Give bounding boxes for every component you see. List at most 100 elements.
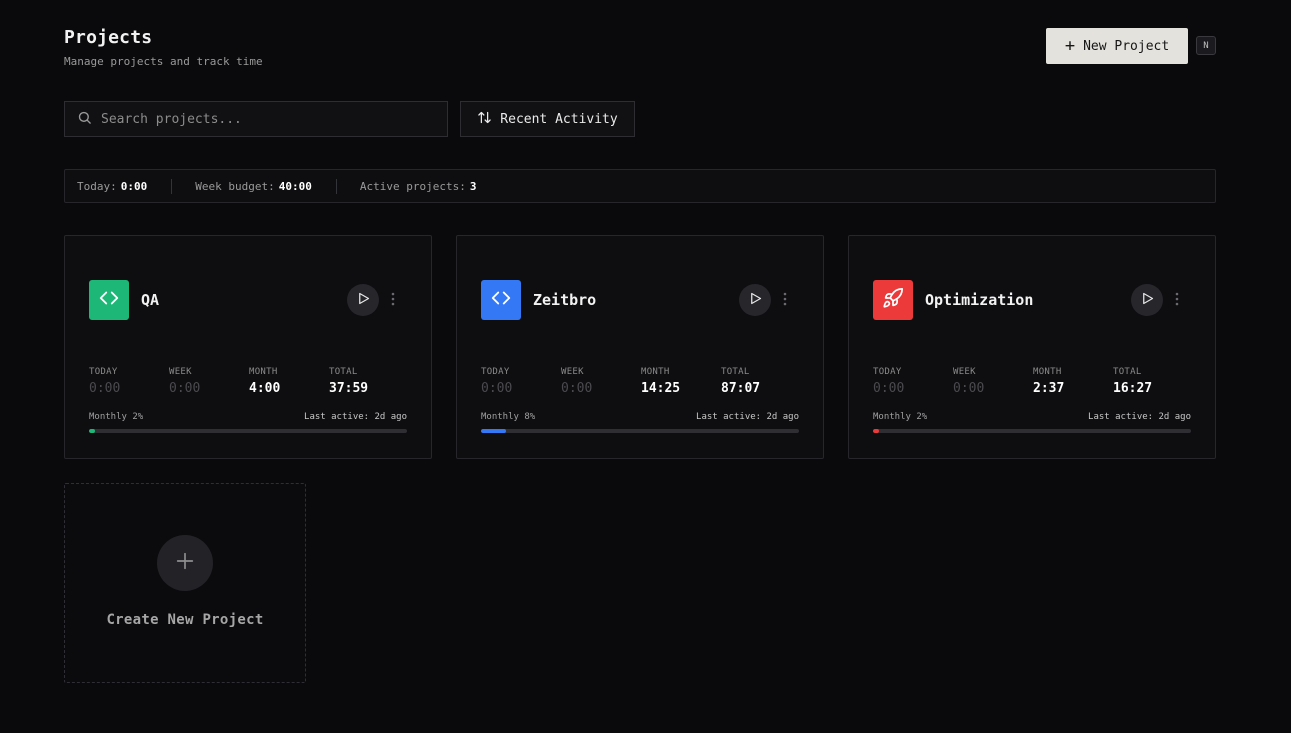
new-project-label: New Project bbox=[1083, 38, 1170, 54]
stat-label: TODAY bbox=[481, 367, 510, 377]
more-options-button[interactable] bbox=[1171, 288, 1183, 312]
project-icon bbox=[873, 280, 913, 320]
keyboard-shortcut-badge: N bbox=[1196, 36, 1216, 55]
stat-value: 14:25 bbox=[641, 381, 681, 396]
create-project-label: Create New Project bbox=[106, 612, 264, 628]
stat-value: 16:27 bbox=[1113, 381, 1153, 396]
search-icon bbox=[77, 110, 92, 129]
toolbar: Recent Activity bbox=[64, 101, 635, 137]
stat-today: Today: 0:00 bbox=[77, 180, 147, 193]
stat-label: TODAY bbox=[873, 367, 902, 377]
play-icon bbox=[356, 291, 371, 310]
stat-value: 0:00 bbox=[169, 381, 201, 396]
stat-active-projects: Active projects: 3 bbox=[360, 180, 477, 193]
page-header: Projects Manage projects and track time … bbox=[64, 26, 1216, 70]
stat-value: 4:00 bbox=[249, 381, 281, 396]
stat-col-today: TODAY 0:00 bbox=[481, 366, 561, 397]
stat-col-week: WEEK 0:00 bbox=[169, 366, 249, 397]
stat-label: MONTH bbox=[641, 367, 670, 377]
more-options-button[interactable] bbox=[387, 288, 399, 312]
play-button[interactable] bbox=[739, 284, 771, 316]
page-title: Projects bbox=[64, 27, 153, 48]
stat-label: TOTAL bbox=[329, 367, 358, 377]
last-active-label: Last active: 2d ago bbox=[304, 412, 407, 422]
play-button[interactable] bbox=[1131, 284, 1163, 316]
sort-button[interactable]: Recent Activity bbox=[460, 101, 635, 137]
stat-col-week: WEEK 0:00 bbox=[561, 366, 641, 397]
sort-arrows-icon bbox=[477, 110, 492, 129]
stat-today-label: Today: bbox=[77, 179, 117, 193]
code-icon bbox=[98, 287, 120, 313]
stat-col-total: TOTAL 16:27 bbox=[1113, 366, 1193, 397]
stat-week-budget-value: 40:00 bbox=[278, 179, 312, 193]
search-box[interactable] bbox=[64, 101, 448, 137]
stat-value: 0:00 bbox=[481, 381, 513, 396]
page-subtitle: Manage projects and track time bbox=[64, 55, 263, 68]
monthly-progress-fill bbox=[873, 429, 880, 433]
project-footer: Monthly 2% Last active: 2d ago bbox=[89, 411, 407, 423]
stat-value: 87:07 bbox=[721, 381, 761, 396]
stat-label: MONTH bbox=[249, 367, 278, 377]
project-card-qa[interactable]: QA TODAY 0:00 WEEK 0:00 MONTH 4:00 TOTAL… bbox=[64, 235, 432, 459]
stat-col-total: TOTAL 37:59 bbox=[329, 366, 409, 397]
stat-col-today: TODAY 0:00 bbox=[89, 366, 169, 397]
create-project-card[interactable]: Create New Project bbox=[64, 483, 306, 683]
project-footer: Monthly 8% Last active: 2d ago bbox=[481, 411, 799, 423]
project-footer: Monthly 2% Last active: 2d ago bbox=[873, 411, 1191, 423]
code-icon bbox=[490, 287, 512, 313]
monthly-percent-label: Monthly 2% bbox=[89, 412, 144, 422]
sort-label: Recent Activity bbox=[500, 111, 618, 127]
monthly-percent-label: Monthly 2% bbox=[873, 412, 928, 422]
stat-label: TODAY bbox=[89, 367, 118, 377]
stat-value: 0:00 bbox=[561, 381, 593, 396]
more-options-button[interactable] bbox=[779, 288, 791, 312]
project-stats: TODAY 0:00 WEEK 0:00 MONTH 4:00 TOTAL 37… bbox=[89, 366, 409, 397]
new-project-button[interactable]: + New Project bbox=[1046, 28, 1188, 64]
plus-icon: + bbox=[1064, 35, 1076, 56]
more-vertical-icon bbox=[783, 291, 787, 310]
stat-col-total: TOTAL 87:07 bbox=[721, 366, 801, 397]
project-icon bbox=[481, 280, 521, 320]
stat-col-month: MONTH 14:25 bbox=[641, 366, 721, 397]
stat-label: WEEK bbox=[953, 367, 976, 377]
project-stats: TODAY 0:00 WEEK 0:00 MONTH 14:25 TOTAL 8… bbox=[481, 366, 801, 397]
search-input[interactable] bbox=[101, 111, 431, 127]
last-active-label: Last active: 2d ago bbox=[1088, 412, 1191, 422]
create-project-circle bbox=[157, 535, 213, 591]
stat-week-budget: Week budget: 40:00 bbox=[195, 180, 312, 193]
project-name: Zeitbro bbox=[533, 291, 597, 309]
project-name: Optimization bbox=[925, 291, 1034, 309]
monthly-percent-label: Monthly 8% bbox=[481, 412, 536, 422]
stat-today-value: 0:00 bbox=[120, 179, 148, 193]
stat-col-month: MONTH 4:00 bbox=[249, 366, 329, 397]
stat-label: MONTH bbox=[1033, 367, 1062, 377]
stat-label: WEEK bbox=[561, 367, 584, 377]
stat-label: WEEK bbox=[169, 367, 192, 377]
stat-value: 0:00 bbox=[89, 381, 121, 396]
project-stats: TODAY 0:00 WEEK 0:00 MONTH 2:37 TOTAL 16… bbox=[873, 366, 1193, 397]
stat-active-value: 3 bbox=[469, 179, 477, 193]
project-card-zeitbro[interactable]: Zeitbro TODAY 0:00 WEEK 0:00 MONTH 14:25… bbox=[456, 235, 824, 459]
play-button[interactable] bbox=[347, 284, 379, 316]
monthly-progress-bar bbox=[89, 429, 407, 433]
divider bbox=[335, 178, 337, 194]
project-card-optimization[interactable]: Optimization TODAY 0:00 WEEK 0:00 MONTH … bbox=[848, 235, 1216, 459]
divider bbox=[171, 178, 173, 194]
stat-week-budget-label: Week budget: bbox=[195, 179, 275, 193]
more-vertical-icon bbox=[1175, 291, 1179, 310]
stat-active-label: Active projects: bbox=[359, 179, 466, 193]
stat-value: 2:37 bbox=[1033, 381, 1065, 396]
stats-bar: Today: 0:00 Week budget: 40:00 Active pr… bbox=[64, 169, 1216, 203]
stat-value: 0:00 bbox=[953, 381, 985, 396]
stat-label: TOTAL bbox=[721, 367, 750, 377]
plus-icon bbox=[174, 550, 196, 576]
stat-col-today: TODAY 0:00 bbox=[873, 366, 953, 397]
monthly-progress-fill bbox=[89, 429, 96, 433]
play-icon bbox=[748, 291, 763, 310]
project-icon bbox=[89, 280, 129, 320]
more-vertical-icon bbox=[391, 291, 395, 310]
stat-value: 0:00 bbox=[873, 381, 905, 396]
monthly-progress-bar bbox=[481, 429, 799, 433]
stat-value: 37:59 bbox=[329, 381, 369, 396]
stat-col-week: WEEK 0:00 bbox=[953, 366, 1033, 397]
